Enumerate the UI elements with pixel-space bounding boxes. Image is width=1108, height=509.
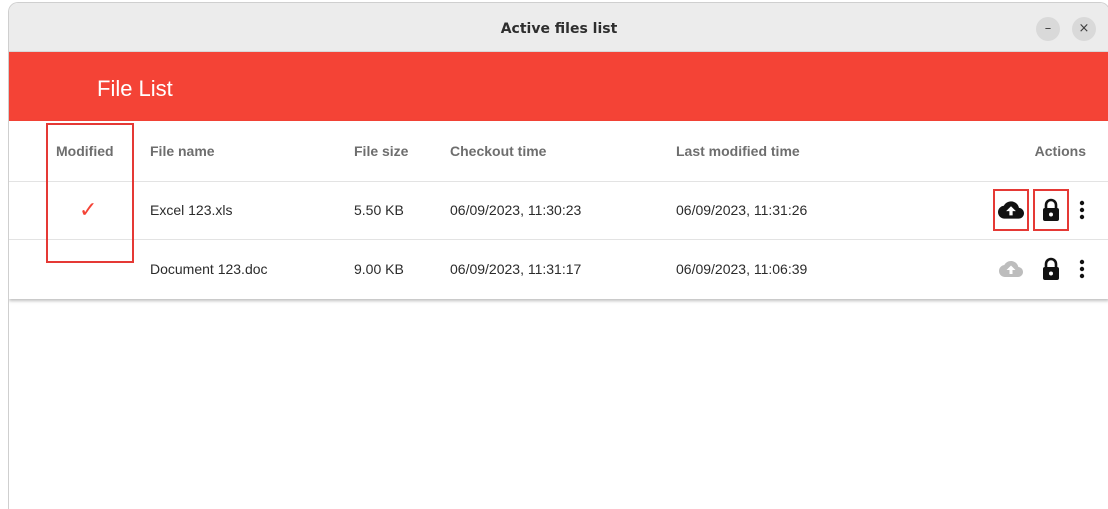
window-title: Active files list bbox=[500, 21, 618, 37]
lock-icon bbox=[1043, 198, 1059, 221]
file-name-cell: Excel 123.xls bbox=[150, 202, 233, 218]
more-vertical-icon bbox=[1079, 200, 1085, 220]
more-options-button[interactable] bbox=[1069, 248, 1095, 290]
more-options-button[interactable] bbox=[1069, 189, 1095, 231]
upload-button-disabled[interactable] bbox=[993, 248, 1029, 290]
table-row[interactable]: Document 123.doc 9.00 KB 06/09/2023, 11:… bbox=[9, 240, 1108, 298]
file-size-cell: 5.50 KB bbox=[354, 202, 404, 218]
file-size-cell: 9.00 KB bbox=[354, 261, 404, 277]
file-name-cell: Document 123.doc bbox=[150, 261, 268, 277]
modified-column-highlight bbox=[46, 123, 134, 263]
app-window: Active files list – × File List Modified… bbox=[8, 2, 1108, 509]
cloud-upload-icon bbox=[999, 261, 1023, 277]
table-header-row: Modified File name File size Checkout ti… bbox=[9, 121, 1108, 182]
close-button[interactable]: × bbox=[1072, 17, 1096, 41]
files-table: Modified File name File size Checkout ti… bbox=[9, 121, 1108, 299]
more-vertical-icon bbox=[1079, 259, 1085, 279]
column-header-last-modified-time[interactable]: Last modified time bbox=[676, 121, 800, 181]
upload-button[interactable] bbox=[993, 189, 1029, 231]
column-header-checkout-time[interactable]: Checkout time bbox=[450, 121, 546, 181]
row-actions bbox=[993, 240, 1095, 298]
app-header: File List bbox=[9, 52, 1108, 121]
cloud-upload-icon bbox=[998, 201, 1024, 219]
table-row[interactable]: ✓ Excel 123.xls 5.50 KB 06/09/2023, 11:3… bbox=[9, 181, 1108, 240]
page-title: File List bbox=[97, 76, 173, 101]
row-actions bbox=[993, 181, 1095, 239]
lock-button[interactable] bbox=[1033, 248, 1069, 290]
last-modified-time-cell: 06/09/2023, 11:06:39 bbox=[676, 261, 808, 277]
checkout-time-cell: 06/09/2023, 11:30:23 bbox=[450, 202, 582, 218]
last-modified-time-cell: 06/09/2023, 11:31:26 bbox=[676, 202, 808, 218]
window-titlebar[interactable]: Active files list – × bbox=[9, 3, 1108, 52]
lock-button[interactable] bbox=[1033, 189, 1069, 231]
checkout-time-cell: 06/09/2023, 11:31:17 bbox=[450, 261, 582, 277]
lock-icon bbox=[1043, 257, 1059, 280]
minimize-button[interactable]: – bbox=[1036, 17, 1060, 41]
column-header-actions: Actions bbox=[1034, 143, 1086, 159]
column-header-file-name[interactable]: File name bbox=[150, 121, 215, 181]
column-header-file-size[interactable]: File size bbox=[354, 121, 408, 181]
